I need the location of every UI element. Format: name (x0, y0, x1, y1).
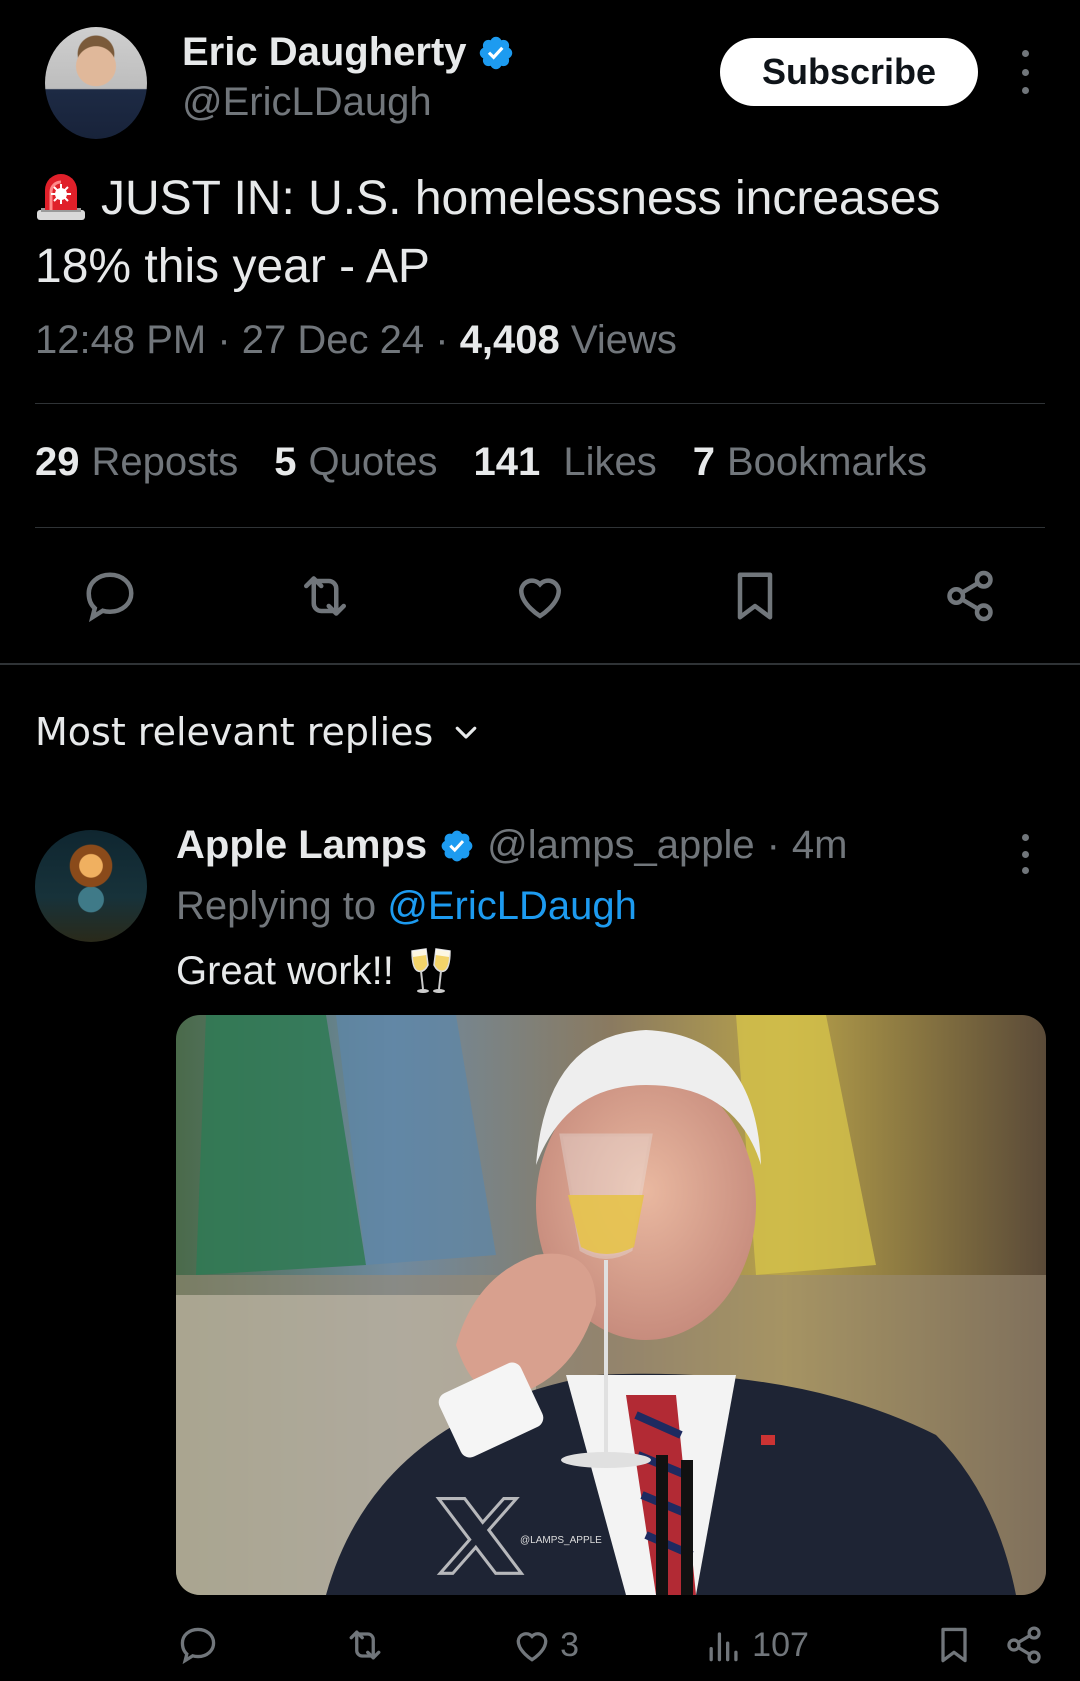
repost-icon (349, 1630, 381, 1660)
photo-illustration (176, 1015, 1046, 1595)
author-name-row[interactable]: Eric Daugherty (182, 30, 515, 75)
meta-separator: · (435, 318, 460, 362)
reply-author-handle[interactable]: @lamps_apple (487, 823, 754, 868)
replying-to-prefix: Replying to (176, 884, 377, 928)
tweet-body: JUST IN: U.S. homelessness increases 18%… (35, 172, 941, 293)
replying-to-handle[interactable]: @EricLDaugh (387, 884, 637, 928)
author-avatar[interactable] (45, 27, 147, 139)
divider (35, 403, 1045, 404)
like-icon[interactable] (510, 566, 570, 626)
image-watermark: @LAMPS_APPLE (520, 1535, 602, 1546)
x-logo-watermark (435, 1497, 525, 1575)
like-icon (516, 1632, 548, 1662)
tweet-text: JUST IN: U.S. homelessness increases 18%… (35, 165, 1045, 301)
engagement-stats: 29 Reposts 5 Quotes 141 Likes 7 Bookmarks (35, 440, 927, 485)
replies-sort-label: Most relevant replies (35, 710, 434, 754)
reply-more-options-icon[interactable] (1010, 834, 1040, 874)
reply-header: Apple Lamps @lamps_apple · 4m (176, 823, 847, 868)
stat-quotes[interactable]: 5 Quotes (274, 440, 437, 485)
reply-repost-button[interactable] (343, 1623, 387, 1667)
replies-sort-dropdown[interactable]: Most relevant replies (35, 710, 481, 754)
stat-reposts[interactable]: 29 Reposts (35, 440, 238, 485)
reply-time[interactable]: 4m (792, 823, 848, 868)
tweet-time[interactable]: 12:48 PM (35, 318, 206, 362)
subscribe-button[interactable]: Subscribe (720, 38, 978, 106)
tweet-date[interactable]: 27 Dec 24 (242, 318, 424, 362)
reply-views-count: 107 (752, 1625, 809, 1664)
reply-separator: · (766, 823, 780, 867)
verified-badge-icon (479, 36, 512, 69)
replying-to: Replying to @EricLDaugh (176, 884, 637, 929)
reply-like-button[interactable]: 3 (510, 1623, 579, 1667)
tweet-meta: 12:48 PM · 27 Dec 24 · 4,408 Views (35, 318, 677, 363)
reply-icon[interactable] (80, 566, 140, 626)
author-name[interactable]: Eric Daugherty (182, 30, 467, 75)
author-handle[interactable]: @EricLDaugh (182, 80, 432, 125)
more-options-icon[interactable] (1010, 50, 1040, 94)
reply-action-bar: 3 107 (176, 1620, 1046, 1670)
reply-author-name[interactable]: Apple Lamps (176, 823, 427, 868)
reply-icon (180, 1627, 216, 1665)
reply-reply-button[interactable] (176, 1623, 220, 1667)
verified-badge-icon (441, 830, 473, 861)
reply-body: Great work!! (176, 948, 394, 993)
views-count: 4,408 (459, 318, 560, 362)
share-icon[interactable] (1002, 1623, 1046, 1667)
reply-views-button[interactable]: 107 (702, 1623, 809, 1667)
views-label: Views (570, 318, 677, 362)
reply-like-count: 3 (560, 1625, 580, 1664)
chevron-down-icon (456, 726, 477, 739)
reply-secondary-actions (932, 1623, 1046, 1667)
bookmark-icon[interactable] (725, 566, 785, 626)
stat-likes[interactable]: 141 Likes (473, 440, 656, 485)
divider (35, 527, 1045, 528)
share-icon[interactable] (940, 566, 1000, 626)
reply-media-image[interactable] (176, 1015, 1046, 1595)
reply-text: Great work!! (176, 945, 456, 997)
bookmark-icon[interactable] (932, 1623, 976, 1667)
section-divider (0, 663, 1080, 665)
stat-bookmarks[interactable]: 7 Bookmarks (693, 440, 927, 485)
clinking-glasses-icon (411, 948, 451, 993)
meta-separator: · (217, 318, 242, 362)
siren-icon (37, 174, 85, 220)
analytics-icon (709, 1632, 738, 1662)
repost-icon[interactable] (295, 566, 355, 626)
tweet-action-bar (35, 560, 1045, 632)
reply-author-avatar[interactable] (35, 830, 147, 942)
